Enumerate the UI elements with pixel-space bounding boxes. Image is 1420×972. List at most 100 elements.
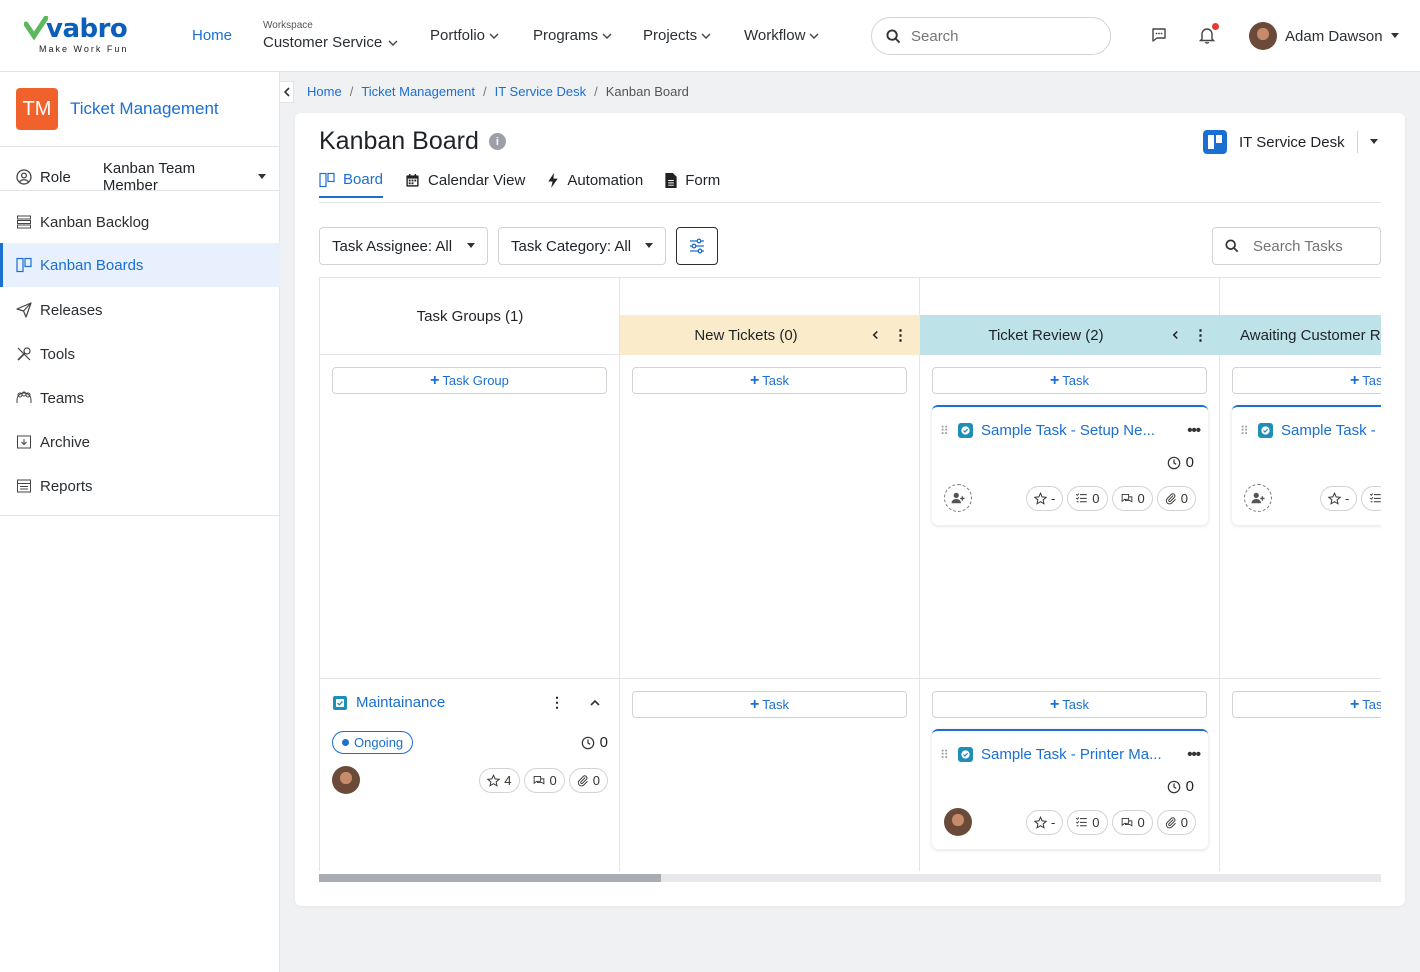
role-selector[interactable]: Role Kanban Team Member	[16, 160, 266, 194]
board-name: IT Service Desk	[1239, 133, 1345, 151]
main-panel: Kanban Board i IT Service Desk Board Cal…	[295, 113, 1405, 906]
task-group-name[interactable]: Maintainance	[356, 694, 542, 711]
plus-icon: +	[1049, 695, 1060, 713]
add-task-button[interactable]: +Task	[632, 691, 907, 718]
add-task-button[interactable]: +Task	[632, 367, 907, 394]
assignee-avatar[interactable]	[944, 808, 972, 836]
star-icon	[1033, 815, 1047, 829]
sidebar-item-teams[interactable]: Teams	[0, 376, 280, 420]
divider	[0, 146, 280, 147]
column-header: Awaiting Customer R	[1220, 315, 1381, 355]
paperclip-icon	[1165, 492, 1176, 504]
horizontal-scrollbar[interactable]	[319, 874, 1381, 882]
chevron-left-icon[interactable]	[872, 330, 879, 340]
add-task-group-button[interactable]: + Task Group	[332, 367, 607, 394]
rating-pill[interactable]: -	[1025, 485, 1064, 511]
task-search[interactable]	[1212, 227, 1381, 265]
drag-handle-icon[interactable]: ⠿	[940, 424, 950, 438]
sidebar-item-reports[interactable]: Reports	[0, 464, 280, 508]
search-input[interactable]	[911, 27, 1091, 45]
sidebar-item-kanban-boards[interactable]: Kanban Boards	[0, 243, 280, 287]
board-selector[interactable]: IT Service Desk	[1203, 130, 1378, 154]
tab-calendar-view[interactable]: Calendar View	[405, 171, 525, 198]
nav-programs[interactable]: Programs	[533, 27, 612, 44]
more-options-icon[interactable]: •••	[1187, 422, 1201, 439]
chevron-up-icon[interactable]	[590, 699, 600, 707]
advanced-filter-button[interactable]	[676, 227, 718, 265]
subtasks-pill[interactable]	[1361, 485, 1381, 511]
tab-automation[interactable]: Automation	[547, 171, 643, 198]
kebab-menu-icon[interactable]: ⋮	[1193, 326, 1208, 344]
subtasks-pill[interactable]: 0	[1067, 485, 1108, 511]
scrollbar-thumb[interactable]	[319, 874, 661, 882]
category-filter-label: Task Category: All	[511, 237, 632, 255]
assign-user-button[interactable]	[944, 484, 972, 512]
task-search-input[interactable]	[1253, 237, 1363, 255]
category-filter[interactable]: Task Category: All	[498, 227, 666, 265]
task-title[interactable]: Sample Task - Printer Ma...	[981, 746, 1179, 763]
task-title[interactable]: Sample Task -	[1281, 422, 1381, 439]
view-tabs: Board Calendar View Automation Form	[319, 171, 720, 198]
add-task-button[interactable]: +Task	[1232, 691, 1381, 718]
caret-down-icon	[645, 243, 653, 248]
add-task-button[interactable]: +Task	[932, 691, 1207, 718]
comments-pill[interactable]: 0	[1111, 485, 1153, 511]
notifications-button[interactable]	[1198, 23, 1219, 44]
drag-handle-icon[interactable]: ⠿	[940, 748, 950, 762]
attachments-pill[interactable]: 0	[568, 768, 608, 793]
global-search[interactable]	[871, 17, 1111, 55]
sidebar-item-releases[interactable]: Releases	[0, 288, 280, 332]
drag-handle-icon[interactable]: ⠿	[1240, 424, 1250, 438]
chevron-left-icon[interactable]	[1172, 330, 1179, 340]
chat-icon	[1152, 28, 1166, 42]
breadcrumb-ticket-management[interactable]: Ticket Management	[361, 84, 475, 99]
sidebar-collapse-button[interactable]	[280, 81, 294, 103]
tab-board[interactable]: Board	[319, 171, 384, 198]
rating-pill[interactable]: -	[1025, 809, 1064, 835]
tab-label: Board	[343, 171, 384, 188]
attachments-pill[interactable]: 0	[1156, 485, 1196, 511]
attachments-pill[interactable]: 0	[1156, 809, 1196, 835]
sidebar-item-tools[interactable]: Tools	[0, 332, 280, 376]
workspace-selector[interactable]: Customer Service	[263, 34, 398, 51]
tab-form[interactable]: Form	[665, 171, 720, 198]
group-stats: 4 0 0	[479, 768, 608, 793]
comments-pill[interactable]: 0	[1111, 809, 1153, 835]
group-owner-avatar[interactable]	[332, 766, 360, 794]
task-group-card[interactable]: Maintainance ⋮ Ongoing 0 4 0 0	[332, 694, 608, 794]
add-task-button[interactable]: +Task	[932, 367, 1207, 394]
sidebar-item-kanban-backlog[interactable]: Kanban Backlog	[0, 200, 280, 244]
breadcrumb-home[interactable]: Home	[307, 84, 342, 99]
more-options-icon[interactable]: •••	[1187, 746, 1201, 763]
attachments-count: 0	[1180, 814, 1188, 830]
comments-pill[interactable]: 0	[523, 768, 565, 793]
task-card[interactable]: ⠿ Sample Task - -	[1232, 405, 1381, 525]
chat-button[interactable]	[1150, 26, 1168, 44]
task-card[interactable]: ⠿ Sample Task - Printer Ma... ••• 0 - 0 …	[932, 729, 1208, 849]
vabro-logo[interactable]: vabro Make Work Fun	[24, 14, 144, 58]
nav-workflow[interactable]: Workflow	[744, 27, 819, 44]
column-title: Ticket Review (2)	[988, 326, 1104, 344]
user-menu[interactable]: Adam Dawson	[1249, 22, 1399, 50]
rating-pill[interactable]: 4	[479, 768, 520, 793]
rating-pill[interactable]: -	[1320, 485, 1358, 511]
nav-home[interactable]: Home	[192, 27, 232, 44]
assign-user-button[interactable]	[1244, 484, 1272, 512]
assignee-filter[interactable]: Task Assignee: All	[319, 227, 488, 265]
comments-count: 0	[1137, 814, 1145, 830]
column-header: Ticket Review (2) ⋮	[920, 315, 1220, 355]
nav-projects[interactable]: Projects	[643, 27, 711, 44]
add-task-button[interactable]: +Task	[1232, 367, 1381, 394]
nav-portfolio[interactable]: Portfolio	[430, 27, 499, 44]
task-card[interactable]: ⠿ Sample Task - Setup Ne... ••• 0 - 0 0 …	[932, 405, 1208, 525]
sidebar-item-archive[interactable]: Archive	[0, 420, 280, 464]
breadcrumb-it-service-desk[interactable]: IT Service Desk	[495, 84, 587, 99]
kebab-menu-icon[interactable]: ⋮	[550, 694, 564, 711]
info-icon[interactable]: i	[488, 133, 506, 150]
project-header[interactable]: TM Ticket Management	[16, 88, 219, 130]
sidebar-item-label: Reports	[40, 477, 93, 495]
status-badge: Ongoing	[332, 731, 414, 754]
task-title[interactable]: Sample Task - Setup Ne...	[981, 422, 1179, 439]
kebab-menu-icon[interactable]: ⋮	[893, 326, 908, 344]
subtasks-pill[interactable]: 0	[1067, 809, 1108, 835]
